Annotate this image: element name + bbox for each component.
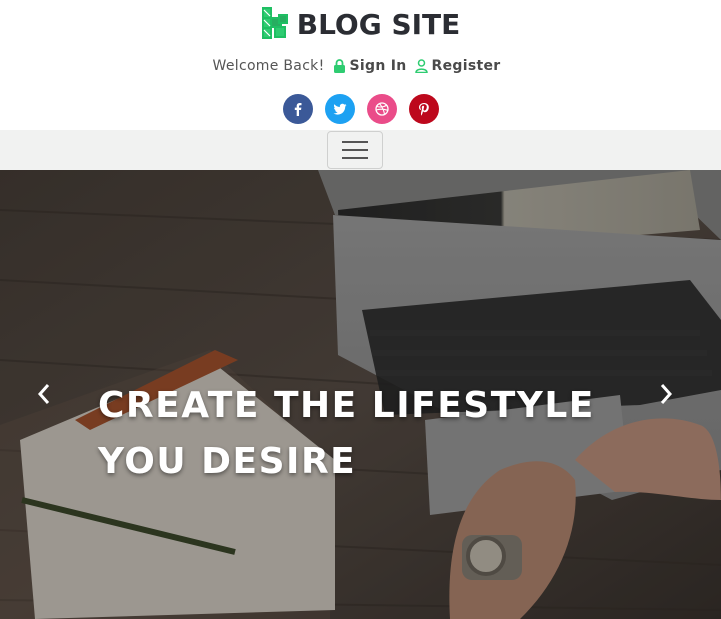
sign-in-link[interactable]: Sign In [333, 58, 407, 74]
hamburger-icon-bar [342, 157, 368, 159]
hero-headline: CREATE THE LIFESTYLE YOU DESIRE [98, 378, 618, 490]
register-link[interactable]: Register [414, 58, 501, 74]
register-label: Register [431, 58, 501, 74]
facebook-button[interactable] [282, 94, 313, 124]
chevron-right-icon [660, 384, 673, 404]
facebook-icon [294, 103, 301, 116]
pinterest-button[interactable] [408, 94, 439, 124]
chevron-left-icon [37, 384, 50, 404]
user-icon [414, 59, 428, 73]
site-header: BLOG SITE Welcome Back! Sign In Register [0, 0, 721, 130]
dribbble-button[interactable] [366, 94, 397, 124]
navbar-toggler-button[interactable] [327, 131, 383, 169]
twitter-button[interactable] [324, 94, 355, 124]
hero-headline-line2: YOU DESIRE [98, 441, 357, 482]
site-title: BLOG SITE [296, 7, 461, 41]
welcome-bar: Welcome Back! Sign In Register [0, 58, 721, 74]
welcome-text: Welcome Back! [212, 58, 325, 74]
hamburger-icon-bar [342, 149, 368, 151]
blog-logo-icon [261, 7, 288, 39]
sign-in-label: Sign In [349, 58, 407, 74]
pinterest-icon [418, 103, 429, 116]
dribbble-icon [374, 102, 389, 116]
brand[interactable]: BLOG SITE [0, 6, 721, 42]
carousel-next-button[interactable] [654, 382, 678, 406]
hero-headline-line1: CREATE THE LIFESTYLE [98, 385, 595, 426]
navbar [0, 130, 721, 170]
hamburger-icon-bar [342, 141, 368, 143]
lock-icon [333, 59, 345, 73]
social-links [0, 94, 721, 124]
hero-carousel[interactable]: CREATE THE LIFESTYLE YOU DESIRE [0, 170, 721, 619]
carousel-prev-button[interactable] [32, 382, 56, 406]
twitter-icon [333, 103, 346, 115]
